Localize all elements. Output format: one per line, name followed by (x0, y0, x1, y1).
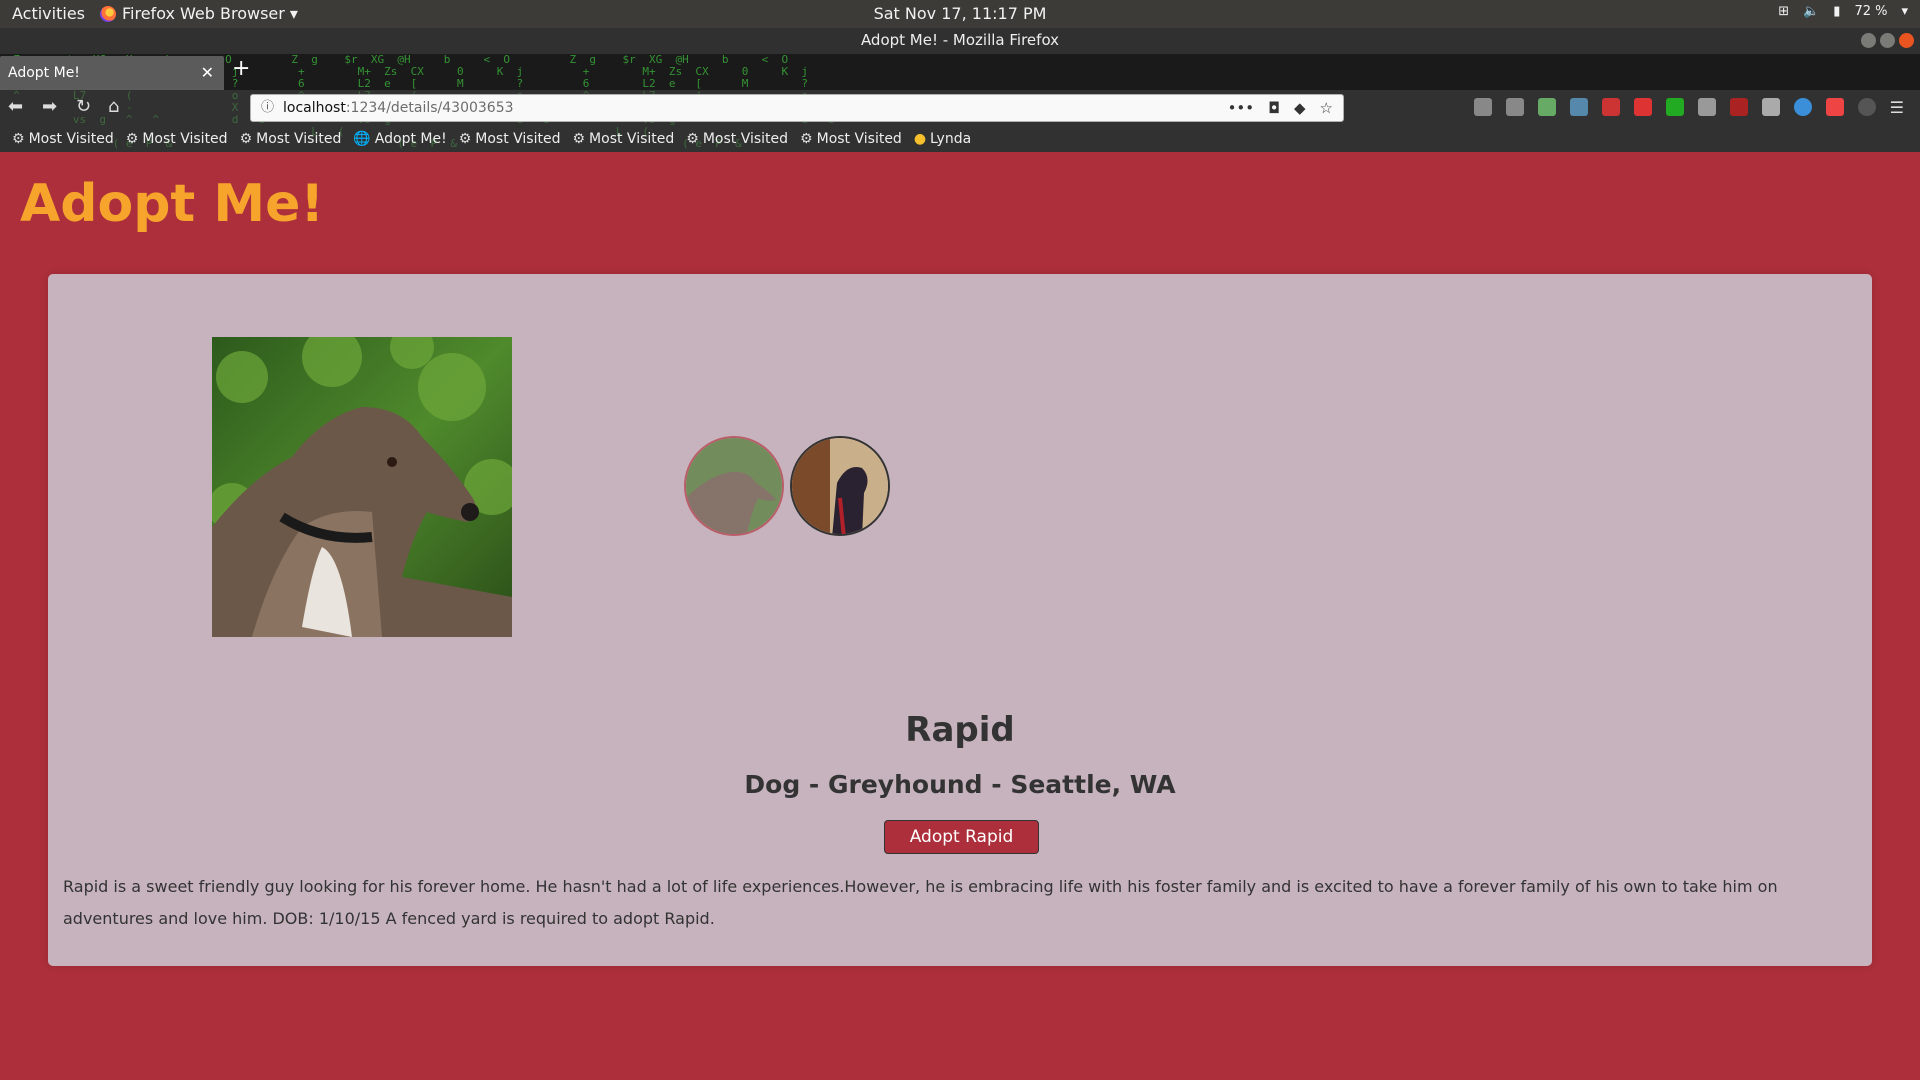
url-bar[interactable]: ⓘ localhost:1234/details/43003653 ••• ◘ … (250, 94, 1344, 122)
bookmark-label: Most Visited (256, 131, 342, 147)
url-host: localhost (283, 100, 346, 116)
home-button[interactable]: ⌂ (108, 96, 119, 117)
hero-pet-image (212, 337, 512, 637)
shield-icon[interactable] (1665, 98, 1684, 116)
pet-breed-location: Dog - Greyhound - Seattle, WA (744, 770, 1176, 799)
bookmark-label: Most Visited (589, 131, 675, 147)
bookmark-label: Most Visited (142, 131, 228, 147)
extension-dark-icon[interactable] (1857, 98, 1876, 116)
bookmark-item[interactable]: ⚙ Most Visited (240, 131, 342, 147)
eyedropper-icon[interactable] (1569, 98, 1588, 116)
chevron-down-icon: ▾ (1901, 4, 1908, 19)
window-controls[interactable] (1861, 33, 1914, 48)
bookmark-item[interactable]: ⚙ Most Visited (800, 131, 902, 147)
forward-button[interactable]: ➡ (42, 96, 57, 117)
battery-icon: ▮ (1833, 4, 1841, 19)
extension-icon[interactable]: ◆ (1294, 95, 1306, 121)
bookmark-label: Most Visited (702, 131, 789, 147)
bookmark-label: Adopt Me! (374, 131, 447, 147)
bookmarks-toolbar: ⚙ Most Visited ⚙ Most Visited ⚙ Most Visite… (0, 126, 1920, 152)
window-title: Adopt Me! - Mozilla Firefox (860, 31, 1060, 49)
reload-button[interactable]: ↻ (76, 96, 91, 117)
bookmark-star-icon[interactable]: ☆ (1320, 95, 1333, 121)
info-icon[interactable]: ⓘ (261, 95, 274, 121)
pet-thumbnail-2[interactable] (790, 436, 890, 536)
network-icon: ⊞ (1778, 4, 1790, 19)
window-title-bar: Adopt Me! - Mozilla Firefox (0, 28, 1920, 54)
gear-icon: ⚙ (458, 131, 472, 147)
hamburger-menu-icon[interactable]: ☰ (1890, 98, 1904, 117)
bookmark-label: Most Visited (28, 131, 114, 147)
navigation-toolbar: ⬅ ➡ ↻ ⌂ ⓘ localhost:1234/details/4300365… (0, 90, 1920, 126)
pet-name: Rapid (905, 710, 1015, 750)
maximize-button[interactable] (1880, 33, 1895, 48)
bookmark-label: Most Visited (816, 131, 902, 147)
new-tab-button[interactable]: + (232, 56, 250, 81)
bookmark-label: Lynda (930, 131, 972, 147)
pet-description: Rapid is a sweet friendly guy looking fo… (63, 877, 1778, 928)
gear-icon: ⚙ (572, 131, 586, 147)
url-actions: ••• ◘ ◆ ☆ (1228, 95, 1333, 121)
url-path: :1234/details/43003653 (345, 100, 514, 116)
library-icon[interactable] (1473, 98, 1492, 116)
gear-icon: ⚙ (125, 131, 139, 147)
bookmark-item[interactable]: ⚙ Most Visited (459, 131, 561, 147)
sidebar-icon[interactable] (1505, 98, 1524, 116)
bookmark-item[interactable]: 🌐 Adopt Me! (353, 131, 446, 147)
gear-icon: ⚙ (239, 131, 253, 147)
gear-icon: ⚙ (686, 131, 699, 147)
close-tab-icon[interactable]: ✕ (201, 63, 214, 82)
bookmark-item[interactable]: ⚙ Most Visited (126, 131, 228, 147)
bookmark-item[interactable]: ⚙ Most Visited (12, 131, 114, 147)
page-content: Adopt Me! Rapid Dog - Greyhound - Seattl… (0, 152, 1920, 1080)
extension-blue-icon[interactable] (1793, 98, 1812, 116)
extension-toolbar: ☰ (1473, 98, 1904, 117)
browser-chrome: Z g $r XG @H b < O Z g $r XG @H b < O Z … (0, 54, 1920, 152)
tab-title: Adopt Me! (8, 65, 80, 81)
lynda-icon: ● (913, 131, 927, 147)
bookmark-item[interactable]: ⚙ Most Visited (686, 131, 788, 147)
pet-thumbnail-1[interactable] (684, 436, 784, 536)
dog-thumbnail (792, 438, 888, 534)
extension-badge-icon[interactable] (1537, 98, 1556, 116)
extension-s-icon[interactable] (1697, 98, 1716, 116)
system-top-bar: Activities Firefox Web Browser ▾ Sat Nov… (0, 0, 1920, 28)
globe-icon: 🌐 (353, 131, 371, 147)
gear-icon: ⚙ (12, 131, 25, 147)
page-actions-icon[interactable]: ••• (1228, 95, 1255, 121)
extension-orange-icon[interactable] (1825, 98, 1844, 116)
extension-dots-icon[interactable] (1633, 98, 1652, 116)
gear-icon: ⚙ (800, 131, 813, 147)
details-card: Rapid Dog - Greyhound - Seattle, WA Adop… (48, 274, 1872, 966)
bookmark-item[interactable]: ● Lynda (914, 131, 971, 147)
system-tray[interactable]: ⊞ 🔈 ▮ 72 % ▾ (1778, 4, 1908, 19)
tab-adopt-me[interactable]: Adopt Me! ✕ (0, 56, 224, 90)
pocket-icon[interactable]: ◘ (1268, 95, 1280, 121)
brand-title[interactable]: Adopt Me! (20, 174, 324, 234)
battery-percentage: 72 % (1854, 4, 1888, 19)
extension-red-icon[interactable] (1601, 98, 1620, 116)
dog-photo (212, 337, 512, 637)
bookmark-item[interactable]: ⚙ Most Visited (572, 131, 674, 147)
extension-k-icon[interactable] (1761, 98, 1780, 116)
minimize-button[interactable] (1861, 33, 1876, 48)
tab-strip: Adopt Me! ✕ + (0, 54, 1920, 90)
volume-icon: 🔈 (1803, 4, 1820, 19)
adopt-button[interactable]: Adopt Rapid (884, 820, 1039, 854)
clock[interactable]: Sat Nov 17, 11:17 PM (0, 4, 1920, 23)
bookmark-label: Most Visited (475, 131, 561, 147)
ublock-icon[interactable] (1729, 98, 1748, 116)
dog-thumbnail (686, 438, 782, 534)
back-button[interactable]: ⬅ (8, 96, 23, 117)
close-window-button[interactable] (1899, 33, 1914, 48)
